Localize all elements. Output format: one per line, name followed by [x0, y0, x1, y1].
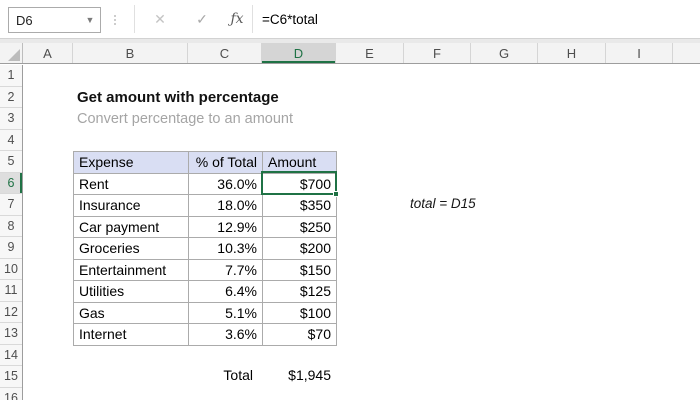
cell-c12[interactable]: 5.1%	[188, 301, 263, 324]
cell-c9[interactable]: 10.3%	[188, 237, 263, 260]
name-box-dropdown-icon[interactable]: ▼	[80, 15, 100, 25]
excel-window: D6 ▼ ✕ ✓ ƒx =C6*total A B C D E F G H I …	[0, 0, 700, 400]
row-header-4[interactable]: 4	[0, 130, 22, 151]
cell-c13[interactable]: 3.6%	[188, 323, 263, 346]
table-header-row: Expense % of Total Amount	[73, 151, 337, 174]
fill-handle[interactable]	[333, 190, 339, 197]
cell-b6[interactable]: Rent	[73, 172, 189, 195]
column-header-d-selected[interactable]: D	[262, 43, 336, 63]
column-header-e[interactable]: E	[336, 43, 404, 63]
table-row: Internet 3.6% $70	[73, 323, 337, 346]
cell-d11[interactable]: $125	[262, 280, 337, 303]
table-row: Entertainment 7.7% $150	[73, 258, 337, 281]
column-header-filler	[673, 43, 700, 63]
cell-d8[interactable]: $250	[262, 215, 337, 238]
insert-function-icon[interactable]: ƒx	[222, 0, 252, 38]
row-header-3[interactable]: 3	[0, 108, 22, 130]
row-header-1[interactable]: 1	[0, 65, 22, 87]
select-all-corner[interactable]	[0, 43, 23, 63]
cancel-icon[interactable]: ✕	[140, 0, 180, 38]
cell-c7[interactable]: 18.0%	[188, 194, 263, 217]
formula-bar: D6 ▼ ✕ ✓ ƒx =C6*total	[0, 0, 700, 38]
header-amount[interactable]: Amount	[262, 151, 337, 174]
table-row: Car payment 12.9% $250	[73, 215, 337, 238]
row-header-13[interactable]: 13	[0, 323, 22, 345]
column-header-i[interactable]: I	[606, 43, 673, 63]
table-row: Utilities 6.4% $125	[73, 280, 337, 303]
column-header-g[interactable]: G	[471, 43, 538, 63]
row-header-5[interactable]: 5	[0, 151, 22, 173]
row-header-12[interactable]: 12	[0, 302, 22, 323]
sheet-title: Get amount with percentage	[77, 89, 279, 106]
column-header-b[interactable]: B	[73, 43, 188, 63]
row-header-9[interactable]: 9	[0, 237, 22, 259]
cell-b10[interactable]: Entertainment	[73, 258, 189, 281]
table-row: Groceries 10.3% $200	[73, 237, 337, 260]
row-header-6-selected[interactable]: 6	[0, 172, 22, 194]
cell-b11[interactable]: Utilities	[73, 280, 189, 303]
cell-c11[interactable]: 6.4%	[188, 280, 263, 303]
row-headers: 1 2 3 4 5 6 7 8 9 10 11 12 13 14 15 16	[0, 65, 23, 400]
cell-c15-total-label[interactable]: Total	[188, 367, 258, 389]
name-box-value: D6	[16, 12, 33, 28]
column-header-h[interactable]: H	[538, 43, 606, 63]
cell-d7[interactable]: $350	[262, 194, 337, 217]
cell-b8[interactable]: Car payment	[73, 215, 189, 238]
name-box[interactable]: D6 ▼	[8, 7, 101, 33]
row-header-16[interactable]: 16	[0, 388, 22, 400]
row-header-2[interactable]: 2	[0, 87, 22, 108]
row-header-11[interactable]: 11	[0, 280, 22, 302]
cell-d10[interactable]: $150	[262, 258, 337, 281]
header-pct-of-total[interactable]: % of Total	[188, 151, 263, 174]
cell-c8[interactable]: 12.9%	[188, 215, 263, 238]
formula-bar-separator	[134, 5, 135, 33]
row-header-10[interactable]: 10	[0, 259, 22, 280]
note-total-named-range: total = D15	[410, 196, 476, 211]
select-all-triangle-icon	[8, 49, 20, 61]
cell-c6[interactable]: 36.0%	[188, 172, 263, 195]
row-header-15[interactable]: 15	[0, 366, 22, 388]
formula-bar-separator	[252, 5, 253, 33]
cell-b7[interactable]: Insurance	[73, 194, 189, 217]
formula-bar-grip-icon	[114, 9, 116, 31]
formula-input[interactable]: =C6*total	[262, 0, 318, 38]
cell-d15-total-value[interactable]: $1,945	[263, 367, 335, 389]
worksheet[interactable]: Get amount with percentage Convert perce…	[23, 65, 700, 400]
cell-b13[interactable]: Internet	[73, 323, 189, 346]
enter-icon[interactable]: ✓	[182, 0, 222, 38]
cell-b9[interactable]: Groceries	[73, 237, 189, 260]
cell-d12[interactable]: $100	[262, 301, 337, 324]
cell-b12[interactable]: Gas	[73, 301, 189, 324]
selected-cell-outline[interactable]	[261, 171, 339, 197]
row-header-7[interactable]: 7	[0, 194, 22, 216]
cell-d13[interactable]: $70	[262, 323, 337, 346]
column-header-c[interactable]: C	[188, 43, 262, 63]
table-row: Insurance 18.0% $350	[73, 194, 337, 217]
row-header-8[interactable]: 8	[0, 216, 22, 237]
column-header-a[interactable]: A	[23, 43, 73, 63]
column-headers: A B C D E F G H I	[0, 43, 700, 64]
cell-d9[interactable]: $200	[262, 237, 337, 260]
sheet-subtitle: Convert percentage to an amount	[77, 111, 294, 127]
cell-c10[interactable]: 7.7%	[188, 258, 263, 281]
header-expense[interactable]: Expense	[73, 151, 189, 174]
table-row: Gas 5.1% $100	[73, 301, 337, 324]
row-header-14[interactable]: 14	[0, 345, 22, 366]
column-header-f[interactable]: F	[404, 43, 471, 63]
